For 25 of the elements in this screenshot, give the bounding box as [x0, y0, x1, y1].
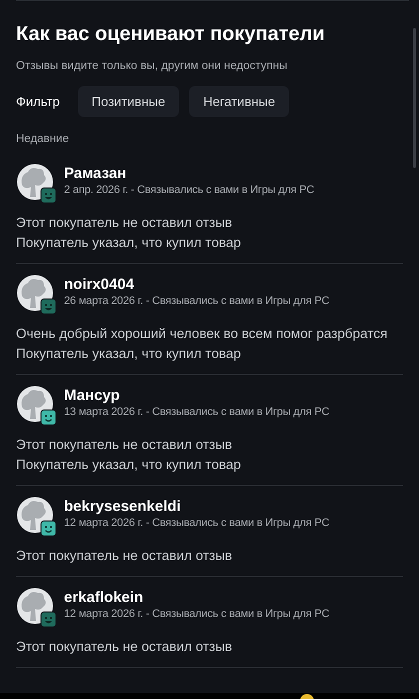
review-meta: 2 апр. 2026 г. - Связывались с вами в Игры для PC [64, 184, 314, 196]
page-subtitle: Отзывы видите только вы, другим они недоступны [16, 60, 288, 72]
review-text: Очень добрый хороший человек во всем помог разрбратся [16, 325, 388, 343]
section-label: Недавние [16, 133, 70, 145]
review-text: Этот покупатель не оставил отзыв [16, 547, 234, 565]
review-meta: 26 марта 2026 г. - Связывались с вами в Игры для PC [64, 295, 330, 307]
buyer-name: erkaflokein [64, 589, 144, 606]
review-text: Этот покупатель не оставил отзыв [16, 436, 234, 454]
scrollbar[interactable] [413, 28, 416, 168]
review-text: Этот покупатель не оставил отзыв [16, 214, 234, 232]
review-text: Покупатель указал, что купил товар [16, 234, 242, 252]
buyer-name: Рамазан [64, 165, 128, 182]
filter-label: Фильтр [16, 94, 60, 109]
buyer-name: noirx0404 [64, 276, 136, 293]
review-meta: 12 марта 2026 г. - Связывались с вами в Игры для PC [64, 517, 330, 529]
review-meta: 12 марта 2026 г. - Связывались с вами в Игры для PC [64, 608, 330, 620]
review-text: Покупатель указал, что купил товар [16, 456, 242, 474]
filter-chip[interactable]: Негативные [189, 86, 290, 117]
buyer-name: Мансур [64, 387, 121, 404]
review-text: Этот покупатель не оставил отзыв [16, 638, 234, 656]
filter-chip[interactable]: Позитивные [78, 86, 180, 117]
review-text: Покупатель указал, что купил товар [16, 345, 242, 363]
review-meta: 13 марта 2026 г. - Связывались с вами в Игры для PC [64, 406, 330, 418]
page-title: Как вас оценивают покупатели [16, 23, 326, 46]
buyer-name: bekrysesenkeldi [64, 498, 182, 515]
